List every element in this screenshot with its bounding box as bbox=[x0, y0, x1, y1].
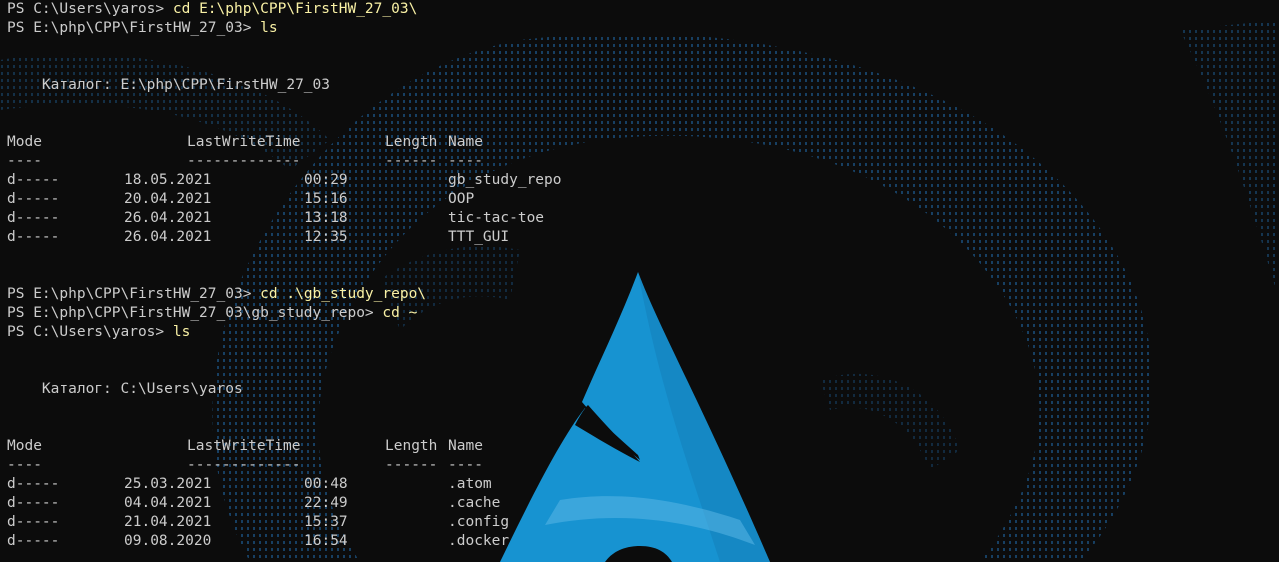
terminal-output: PS C:\Users\yaros> cd E:\php\CPP\FirstHW… bbox=[0, 0, 1279, 551]
cell-date: 21.04.2021 bbox=[124, 514, 212, 530]
header-length: Length bbox=[385, 134, 438, 150]
terminal-window[interactable]: PS C:\Users\yaros> cd E:\php\CPP\FirstHW… bbox=[0, 0, 1279, 562]
command-line: PS E:\php\CPP\FirstHW_27_03> ls bbox=[0, 19, 1279, 38]
cell-time: 00:48 bbox=[304, 476, 348, 492]
command-line: PS C:\Users\yaros> ls bbox=[0, 323, 1279, 342]
cell-mode: d----- bbox=[7, 229, 60, 245]
cell-name: .config bbox=[448, 514, 510, 530]
underline-mode: ---- bbox=[7, 153, 42, 169]
table-header: Mode LastWriteTime Length Name bbox=[0, 437, 1279, 456]
cell-name: gb_study_repo bbox=[448, 172, 562, 188]
header-mode: Mode bbox=[7, 438, 42, 454]
table-row: d----- 20.04.2021 15:16 OOP bbox=[0, 190, 1279, 209]
underline-name: ---- bbox=[448, 153, 483, 169]
cell-time: 12:35 bbox=[304, 229, 348, 245]
table-row: d----- 18.05.2021 00:29 gb_study_repo bbox=[0, 171, 1279, 190]
cell-time: 22:49 bbox=[304, 495, 348, 511]
cell-mode: d----- bbox=[7, 533, 60, 549]
underline-length: ------ bbox=[385, 457, 438, 473]
cell-date: 18.05.2021 bbox=[124, 172, 212, 188]
cell-time: 15:16 bbox=[304, 191, 348, 207]
cell-name: .cache bbox=[448, 495, 501, 511]
command-text: cd ~ bbox=[382, 305, 418, 321]
underline-lastwritetime: ------------- bbox=[187, 457, 301, 473]
header-mode: Mode bbox=[7, 134, 42, 150]
cell-mode: d----- bbox=[7, 210, 60, 226]
directory-label: Каталог: C:\Users\yaros bbox=[7, 381, 243, 397]
cell-time: 16:54 bbox=[304, 533, 348, 549]
table-row: d----- 21.04.2021 15:37 .config bbox=[0, 513, 1279, 532]
cell-name: .atom bbox=[448, 476, 492, 492]
table-row: d----- 04.04.2021 22:49 .cache bbox=[0, 494, 1279, 513]
prompt: PS C:\Users\yaros> bbox=[7, 324, 173, 340]
underline-length: ------ bbox=[385, 153, 438, 169]
directory-label: Каталог: E:\php\CPP\FirstHW_27_03 bbox=[7, 77, 331, 93]
header-name: Name bbox=[448, 438, 483, 454]
table-header-underline: ---- ------------- ------ ---- bbox=[0, 456, 1279, 475]
command-text: cd .\gb_study_repo\ bbox=[260, 286, 427, 302]
cell-time: 15:37 bbox=[304, 514, 348, 530]
cell-mode: d----- bbox=[7, 191, 60, 207]
cell-mode: d----- bbox=[7, 172, 60, 188]
command-text: cd E:\php\CPP\FirstHW_27_03\ bbox=[172, 1, 418, 17]
command-line: PS C:\Users\yaros> cd E:\php\CPP\FirstHW… bbox=[0, 0, 1279, 19]
cell-name: TTT_GUI bbox=[448, 229, 510, 245]
cell-mode: d----- bbox=[7, 514, 60, 530]
command-line: PS E:\php\CPP\FirstHW_27_03\gb_study_rep… bbox=[0, 304, 1279, 323]
underline-lastwritetime: ------------- bbox=[187, 153, 301, 169]
table-row: d----- 25.03.2021 00:48 .atom bbox=[0, 475, 1279, 494]
cell-date: 04.04.2021 bbox=[124, 495, 212, 511]
command-text: ls bbox=[260, 20, 278, 36]
cell-date: 20.04.2021 bbox=[124, 191, 212, 207]
cell-name: OOP bbox=[448, 191, 475, 207]
cell-date: 09.08.2020 bbox=[124, 533, 212, 549]
underline-name: ---- bbox=[448, 457, 483, 473]
header-lastwritetime: LastWriteTime bbox=[187, 134, 301, 150]
prompt: PS E:\php\CPP\FirstHW_27_03> bbox=[7, 286, 261, 302]
table-header: Mode LastWriteTime Length Name bbox=[0, 133, 1279, 152]
cell-time: 13:18 bbox=[304, 210, 348, 226]
prompt: PS C:\Users\yaros> bbox=[7, 1, 173, 17]
command-text: ls bbox=[172, 324, 191, 340]
table-row: d----- 09.08.2020 16:54 .docker bbox=[0, 532, 1279, 551]
cell-date: 25.03.2021 bbox=[124, 476, 212, 492]
cell-date: 26.04.2021 bbox=[124, 210, 212, 226]
cell-time: 00:29 bbox=[304, 172, 348, 188]
underline-mode: ---- bbox=[7, 457, 42, 473]
cell-name: tic-tac-toe bbox=[448, 210, 545, 226]
header-lastwritetime: LastWriteTime bbox=[187, 438, 301, 454]
table-row: d----- 26.04.2021 12:35 TTT_GUI bbox=[0, 228, 1279, 247]
header-length: Length bbox=[385, 438, 438, 454]
prompt: PS E:\php\CPP\FirstHW_27_03> bbox=[7, 20, 261, 36]
cell-name: .docker bbox=[448, 533, 510, 549]
table-row: d----- 26.04.2021 13:18 tic-tac-toe bbox=[0, 209, 1279, 228]
cell-mode: d----- bbox=[7, 476, 60, 492]
cell-mode: d----- bbox=[7, 495, 60, 511]
table-header-underline: ---- ------------- ------ ---- bbox=[0, 152, 1279, 171]
prompt: PS E:\php\CPP\FirstHW_27_03\gb_study_rep… bbox=[7, 305, 383, 321]
command-line: PS E:\php\CPP\FirstHW_27_03> cd .\gb_stu… bbox=[0, 285, 1279, 304]
cell-date: 26.04.2021 bbox=[124, 229, 212, 245]
header-name: Name bbox=[448, 134, 483, 150]
